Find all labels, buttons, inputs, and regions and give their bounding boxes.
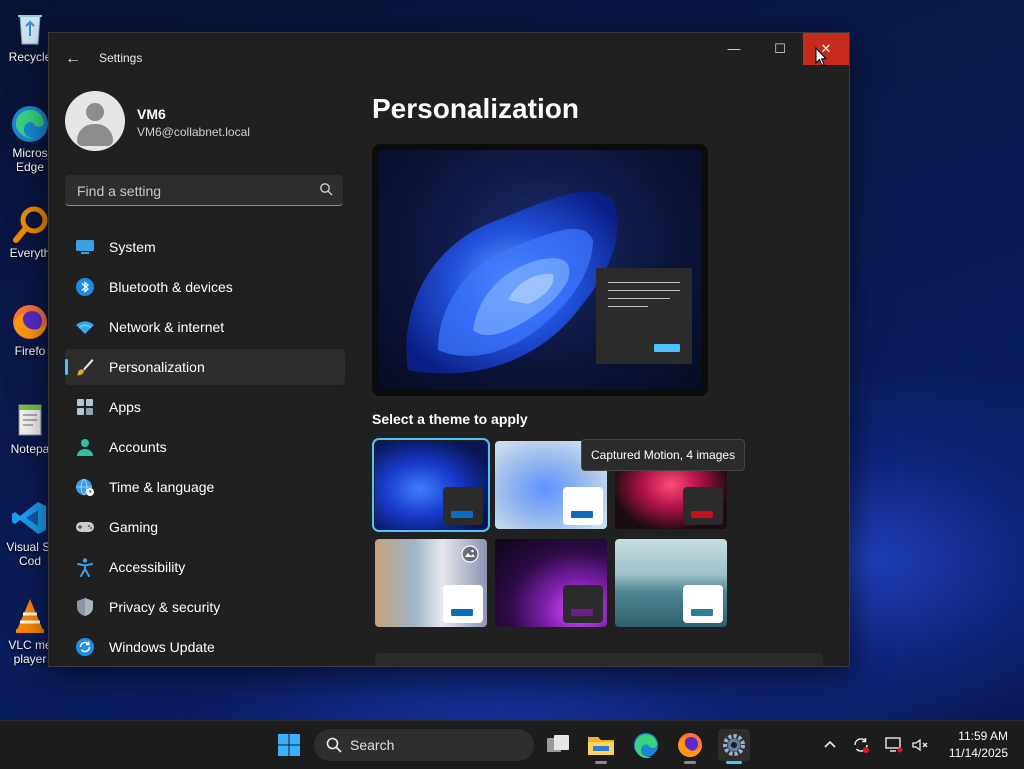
recycle-bin-icon: [10, 8, 50, 48]
gamepad-icon: [76, 522, 94, 532]
settings-card[interactable]: [375, 653, 823, 666]
theme-tile-flow[interactable]: [615, 539, 727, 627]
sidebar-item-label: Apps: [109, 399, 141, 415]
sidebar-item-bluetooth[interactable]: Bluetooth & devices: [65, 269, 345, 305]
user-name: VM6: [137, 106, 166, 122]
arrow-left-icon: ←: [65, 50, 81, 67]
avatar[interactable]: [65, 91, 125, 151]
sidebar-item-time-language[interactable]: Time & language: [65, 469, 345, 505]
accessibility-icon: [77, 558, 93, 577]
search-input[interactable]: [75, 175, 309, 207]
sidebar-item-gaming[interactable]: Gaming: [65, 509, 345, 545]
file-explorer-icon: [588, 737, 614, 755]
sidebar-item-label: Time & language: [109, 479, 215, 495]
sidebar-item-label: Windows Update: [109, 639, 215, 655]
person-icon: [86, 103, 104, 121]
preview-mini-window: [596, 268, 692, 364]
monitor-icon: [76, 240, 94, 254]
sidebar-item-apps[interactable]: Apps: [65, 389, 345, 425]
sidebar-item-network[interactable]: Network & internet: [65, 309, 345, 345]
theme-accent-badge: [683, 585, 723, 623]
shield-icon: [77, 598, 93, 616]
theme-accent-badge: [443, 487, 483, 525]
clock-date[interactable]: 11/14/2025: [932, 746, 1008, 760]
sidebar-item-label: Accounts: [109, 439, 167, 455]
search-icon[interactable]: [319, 182, 333, 196]
firefox-icon: [678, 733, 702, 757]
mouse-cursor-icon: [815, 47, 827, 67]
sidebar-item-label: Bluetooth & devices: [109, 279, 233, 295]
theme-accent-badge: [443, 585, 483, 623]
clock-time[interactable]: 11:59 AM: [940, 729, 1008, 743]
task-view-button[interactable]: [542, 729, 574, 761]
vscode-icon: [10, 498, 50, 538]
vlc-icon: [10, 596, 50, 636]
slideshow-icon: [461, 545, 479, 563]
sidebar-nav: System Bluetooth & devices Network & int…: [65, 229, 345, 666]
search-box[interactable]: [65, 175, 343, 207]
file-explorer-button[interactable]: [585, 729, 617, 764]
edge-icon: [634, 733, 658, 759]
speaker-muted-icon[interactable]: [910, 735, 930, 755]
notepad-icon: [10, 400, 50, 440]
sidebar-item-system[interactable]: System: [65, 229, 345, 265]
apps-icon: [77, 399, 93, 415]
display-icon[interactable]: [884, 735, 904, 755]
theme-tile-sunrise[interactable]: [495, 539, 607, 627]
taskbar-search-label: Search: [350, 737, 395, 753]
start-button[interactable]: [273, 729, 305, 761]
sidebar-item-label: System: [109, 239, 156, 255]
window-title: Settings: [99, 51, 143, 65]
wallpaper-preview: [378, 150, 702, 390]
start-icon: [278, 734, 300, 756]
wifi-icon: [76, 321, 94, 334]
sidebar-item-windows-update[interactable]: Windows Update: [65, 629, 345, 665]
chevron-up-icon[interactable]: [820, 735, 840, 755]
task-view-icon: [547, 735, 569, 752]
theme-tooltip: Captured Motion, 4 images: [581, 439, 746, 471]
theme-section-label: Select a theme to apply: [372, 411, 528, 427]
edge-icon: [10, 104, 50, 144]
edge-taskbar-button[interactable]: [630, 729, 662, 761]
settings-taskbar-button[interactable]: [718, 729, 750, 764]
theme-preview: [372, 144, 708, 396]
theme-accent-badge: [563, 585, 603, 623]
paintbrush-icon: [76, 359, 94, 376]
sidebar-item-accessibility[interactable]: Accessibility: [65, 549, 345, 585]
sidebar-item-accounts[interactable]: Accounts: [65, 429, 345, 465]
taskbar-search[interactable]: Search: [314, 729, 534, 761]
update-icon: [76, 638, 94, 656]
firefox-icon: [10, 302, 50, 342]
theme-accent-badge: [683, 487, 723, 525]
settings-window: ← Settings — ☐ ✕ VM6 VM6@collabnet.local…: [48, 32, 850, 667]
sidebar-item-privacy[interactable]: Privacy & security: [65, 589, 345, 625]
sidebar-item-label: Gaming: [109, 519, 159, 535]
sidebar-item-label: Personalization: [109, 359, 205, 375]
sidebar-item-label: Privacy & security: [109, 599, 221, 615]
sidebar-item-label: Network & internet: [109, 319, 225, 335]
everything-search-icon: [10, 204, 50, 244]
firefox-taskbar-button[interactable]: [674, 729, 706, 764]
settings-icon: [723, 734, 745, 756]
sidebar-item-personalization[interactable]: Personalization: [65, 349, 345, 385]
page-title: Personalization: [372, 93, 579, 124]
sync-icon[interactable]: [851, 735, 871, 755]
globe-clock-icon: [76, 478, 94, 496]
bluetooth-icon: [76, 278, 94, 296]
theme-tile-glow[interactable]: [375, 539, 487, 627]
sidebar-item-label: Accessibility: [109, 559, 186, 575]
title-bar[interactable]: ← Settings — ☐ ✕: [49, 33, 849, 83]
theme-tile-windows-dark[interactable]: [372, 438, 490, 532]
search-icon: [326, 737, 342, 753]
theme-accent-badge: [563, 487, 603, 525]
person-icon: [77, 439, 93, 456]
taskbar: Search 11:59 AM 11/14/2025: [0, 720, 1024, 769]
back-button[interactable]: ←: [61, 47, 85, 71]
user-email: VM6@collabnet.local: [137, 125, 250, 139]
maximize-button[interactable]: ☐: [757, 33, 803, 65]
minimize-button[interactable]: —: [711, 33, 757, 65]
